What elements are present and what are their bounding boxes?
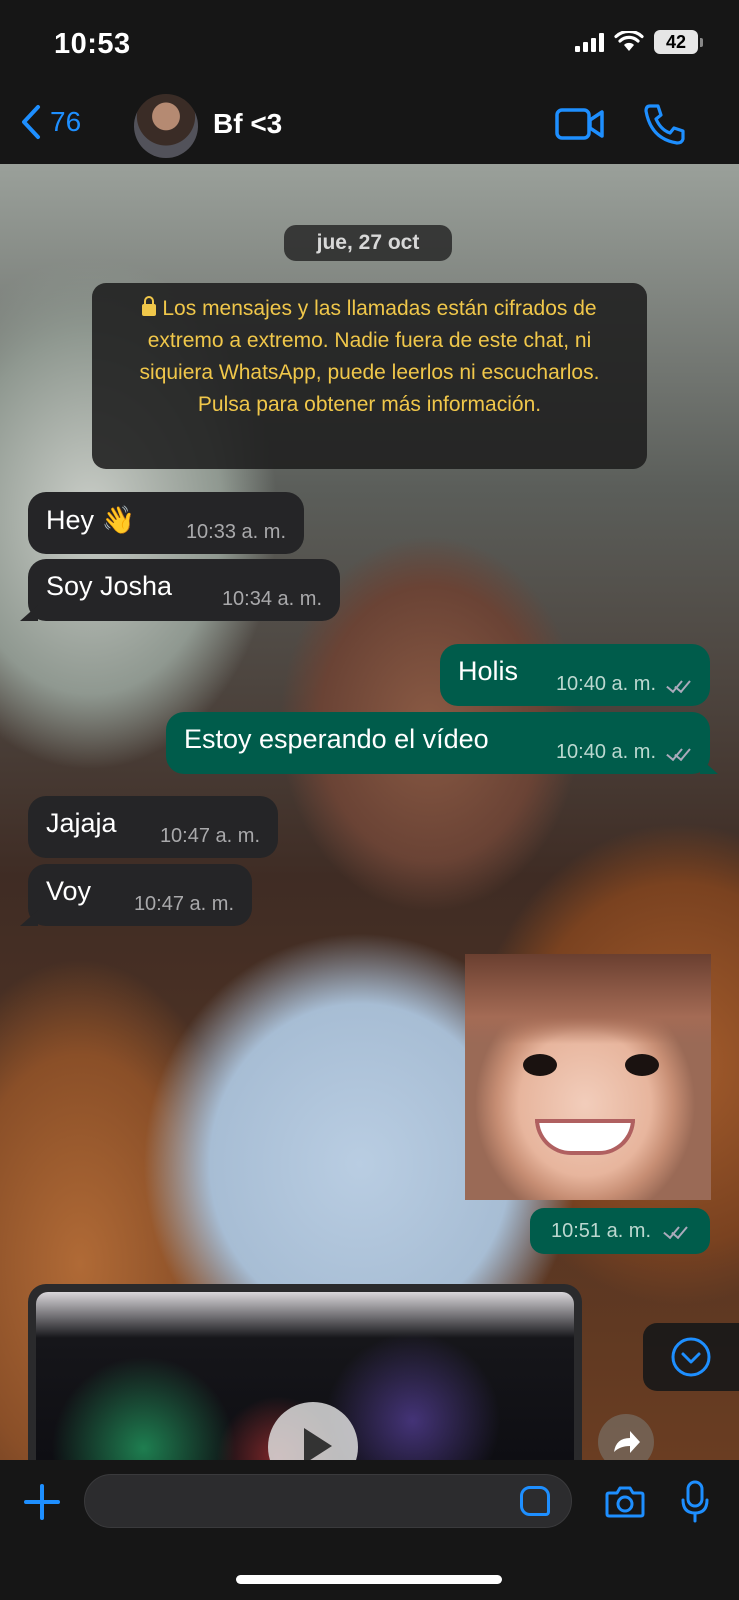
camera-icon — [605, 1486, 645, 1518]
camera-button[interactable] — [605, 1484, 645, 1518]
microphone-icon — [681, 1480, 709, 1523]
message-time: 10:47 a. m. — [133, 893, 234, 915]
message-text: Soy Josha — [46, 571, 173, 601]
photo-message[interactable] — [465, 954, 711, 1200]
microphone-button[interactable] — [680, 1480, 710, 1524]
status-icons: 42 — [575, 30, 703, 54]
message-time: 10:33 a. m. — [185, 521, 286, 543]
wifi-icon — [614, 31, 644, 51]
chevron-down-circle-icon — [671, 1337, 711, 1377]
message-bubble[interactable]: Hey 👋 10:33 a. m. — [28, 492, 304, 554]
home-indicator — [236, 1575, 502, 1584]
voice-call-button[interactable] — [642, 102, 692, 146]
battery-icon: 42 — [654, 30, 703, 54]
message-time: 10:34 a. m. — [221, 588, 322, 610]
attach-plus-button[interactable] — [22, 1482, 62, 1522]
message-text: Estoy esperando el vídeo — [184, 724, 489, 754]
message-bubble[interactable]: Estoy esperando el vídeo 10:40 a. m. — [166, 712, 718, 774]
message-text: Jajaja — [46, 808, 117, 838]
message-text: Hey 👋 — [46, 505, 136, 535]
read-receipt-icon — [661, 1223, 689, 1239]
video-camera-icon — [555, 108, 604, 140]
scroll-to-bottom-button[interactable] — [643, 1323, 739, 1391]
battery-level: 42 — [654, 30, 698, 54]
back-button[interactable]: 76 — [20, 104, 81, 140]
message-time: 10:40 a. m. — [555, 673, 656, 695]
lock-icon — [142, 296, 157, 316]
message-bubble[interactable]: Jajaja 10:47 a. m. — [28, 796, 278, 858]
video-call-button[interactable] — [555, 102, 605, 146]
read-receipt-icon — [664, 677, 692, 693]
video-thumbnail — [36, 1292, 574, 1484]
sticker-icon[interactable] — [520, 1486, 550, 1516]
encryption-notice[interactable]: Los mensajes y las llamadas están cifrad… — [92, 283, 647, 469]
phone-icon — [644, 104, 685, 145]
message-bubble[interactable]: Voy 10:47 a. m. — [20, 864, 252, 926]
message-time: 10:40 a. m. — [555, 741, 656, 763]
signal-icon — [575, 32, 604, 52]
status-time: 10:53 — [54, 28, 131, 60]
message-input[interactable] — [84, 1474, 572, 1528]
photo-message-meta: 10:51 a. m. — [530, 1208, 710, 1254]
contact-name[interactable]: Bf <3 — [213, 108, 282, 140]
encryption-notice-text: Los mensajes y las llamadas están cifrad… — [139, 297, 600, 416]
contact-avatar[interactable] — [134, 94, 198, 158]
unread-count: 76 — [50, 106, 82, 137]
message-text: Voy — [46, 876, 92, 906]
message-text: Holis — [458, 656, 519, 686]
date-separator: jue, 27 oct — [284, 225, 452, 261]
message-time: 10:51 a. m. — [550, 1219, 652, 1242]
read-receipt-icon — [664, 745, 692, 761]
chat-header: 76 Bf <3 — [0, 90, 739, 164]
message-bubble[interactable]: Soy Josha 10:34 a. m. — [20, 559, 340, 621]
video-message[interactable] — [28, 1284, 582, 1484]
message-bubble[interactable]: Holis 10:40 a. m. — [440, 644, 710, 706]
status-bar: 10:53 42 — [0, 0, 739, 90]
chevron-left-icon — [22, 105, 40, 139]
message-time: 10:47 a. m. — [159, 825, 260, 847]
